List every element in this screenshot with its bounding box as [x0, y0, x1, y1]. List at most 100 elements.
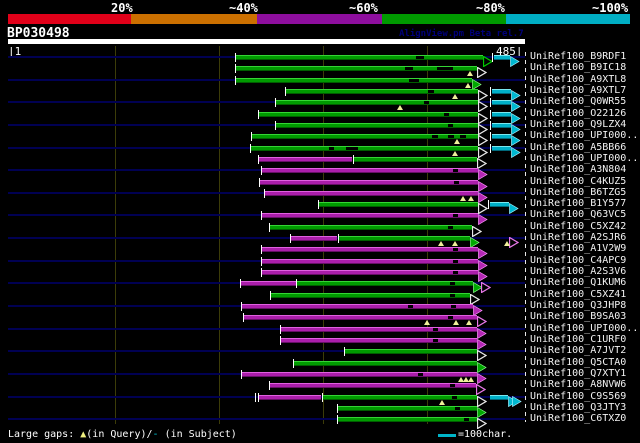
extension-bar[interactable]: [494, 55, 510, 60]
subject-gap-dash: [451, 305, 456, 308]
large-gap-query-triangle-icon: [454, 139, 460, 144]
segment-boundary-tick: [261, 211, 262, 220]
alignment-bar-segment[interactable]: [270, 225, 472, 230]
scale-100char-label: =100char.: [458, 429, 513, 440]
row-label[interactable]: UniRef100_C9S569: [530, 392, 626, 402]
extension-bar[interactable]: [490, 395, 508, 400]
segment-boundary-tick: [296, 279, 297, 288]
row-label[interactable]: UniRef100_C4APC9: [530, 256, 626, 266]
extension-bar[interactable]: [492, 146, 511, 151]
row-label[interactable]: UniRef100_A3N804: [530, 165, 626, 175]
alignment-bar-segment[interactable]: [260, 180, 478, 185]
row-label[interactable]: UniRef100_A2SJR6: [530, 233, 626, 243]
alignment-bar-segment[interactable]: [262, 270, 478, 275]
large-gap-query-triangle-icon: [439, 400, 445, 405]
alignment-bar-segment[interactable]: [345, 349, 477, 354]
row-label[interactable]: UniRef100_A5BB66: [530, 143, 626, 153]
row-label[interactable]: UniRef100_A8NVW6: [530, 380, 626, 390]
subject-gap-dash: [453, 271, 458, 274]
segment-boundary-tick: [290, 234, 291, 243]
segment-boundary-tick: [337, 404, 338, 413]
row-label[interactable]: UniRef100_B9SA03: [530, 312, 626, 322]
extension-bar[interactable]: [492, 100, 511, 105]
alignment-bar-segment[interactable]: [281, 327, 477, 332]
segment-boundary-tick: [338, 234, 339, 243]
segment-boundary-tick: [280, 336, 281, 345]
alignment-bar-segment[interactable]: [294, 361, 477, 366]
alignment-bar-segment[interactable]: [244, 315, 477, 320]
subject-gap-dash: [424, 101, 429, 104]
row-label[interactable]: UniRef100_C6TXZ0: [530, 414, 626, 424]
row-label[interactable]: UniRef100_A7JVT2: [530, 346, 626, 356]
subject-gap-dash: [453, 260, 458, 263]
row-label[interactable]: UniRef100_B6TZG5: [530, 188, 626, 198]
scalebar-percent-label: 20%: [111, 1, 133, 15]
alignment-bar-segment[interactable]: [291, 236, 337, 241]
alignment-bar-segment[interactable]: [251, 146, 478, 151]
alignment-bar-segment[interactable]: [262, 168, 478, 173]
extension-bar[interactable]: [492, 134, 511, 139]
row-label[interactable]: UniRef100_UPI000..: [530, 154, 638, 164]
row-label[interactable]: UniRef100_Q63VC5: [530, 210, 626, 220]
extension-arrow-icon: [511, 143, 521, 162]
row-label[interactable]: UniRef100_Q0WR55: [530, 97, 626, 107]
row-label[interactable]: UniRef100_Q5CTA0: [530, 358, 626, 368]
alignment-bar-segment[interactable]: [265, 191, 478, 196]
scalebar-segment: [382, 14, 506, 24]
row-label[interactable]: UniRef100_O22126: [530, 109, 626, 119]
extension-bar[interactable]: [490, 202, 509, 207]
alignment-bar-segment[interactable]: [259, 157, 352, 162]
alignment-bar-segment[interactable]: [242, 304, 473, 309]
alignment-bar-segment[interactable]: [338, 236, 470, 241]
alignment-bar-segment[interactable]: [262, 247, 478, 252]
row-label[interactable]: UniRef100_A1V2W9: [530, 244, 626, 254]
segment-boundary-tick: [322, 393, 323, 402]
row-label[interactable]: UniRef100_A9XTL7: [530, 86, 626, 96]
alignment-bar-segment[interactable]: [262, 213, 478, 218]
extension-start-tick: [490, 132, 491, 141]
extension-bar[interactable]: [492, 89, 511, 94]
alignment-bar-segment[interactable]: [338, 417, 477, 422]
row-label[interactable]: UniRef100_Q1KUM6: [530, 278, 626, 288]
row-label[interactable]: UniRef100_C4KUZ5: [530, 177, 626, 187]
alignment-bar-segment[interactable]: [297, 281, 473, 286]
subject-gap-dash: [409, 79, 419, 82]
alignment-bar-segment[interactable]: [276, 100, 478, 105]
alignment-bar-segment[interactable]: [271, 293, 470, 298]
row-label[interactable]: UniRef100_Q9LZX4: [530, 120, 626, 130]
alignment-bar-segment[interactable]: [319, 202, 478, 207]
alignment-bar-segment[interactable]: [236, 78, 472, 83]
scalebar-segment: [257, 14, 382, 24]
extension-bar[interactable]: [492, 112, 511, 117]
segment-boundary-tick: [243, 313, 244, 322]
row-label[interactable]: UniRef100_B1Y577: [530, 199, 626, 209]
row-label[interactable]: UniRef100_C5XZ41: [530, 290, 626, 300]
alignment-bar-segment[interactable]: [236, 55, 483, 60]
alignment-bar-segment[interactable]: [242, 372, 477, 377]
row-label[interactable]: UniRef100_A2S3V6: [530, 267, 626, 277]
row-label[interactable]: UniRef100_UPI000..: [530, 131, 638, 141]
alignment-bar-segment[interactable]: [286, 89, 478, 94]
segment-boundary-tick: [258, 155, 259, 164]
row-label[interactable]: UniRef100_Q7XTY1: [530, 369, 626, 379]
alignment-bar-segment[interactable]: [270, 383, 476, 388]
legend-mid: (in Query)/: [86, 429, 153, 440]
row-label[interactable]: UniRef100_B9RDF1: [530, 52, 626, 62]
alignment-bar-segment[interactable]: [259, 395, 321, 400]
alignment-bar-segment[interactable]: [241, 281, 296, 286]
row-label[interactable]: UniRef100_A9XTL8: [530, 75, 626, 85]
row-label[interactable]: UniRef100_Q3JHP8: [530, 301, 626, 311]
large-gap-query-triangle-icon: [468, 196, 474, 201]
subject-gap-dash: [453, 169, 458, 172]
row-label[interactable]: UniRef100_C5XZ42: [530, 222, 626, 232]
row-label[interactable]: UniRef100_Q3JTY3: [530, 403, 626, 413]
extension-bar[interactable]: [492, 123, 511, 128]
row-label[interactable]: UniRef100_B9IC18: [530, 63, 626, 73]
row-label[interactable]: UniRef100_C1URF0: [530, 335, 626, 345]
row-label[interactable]: UniRef100_UPI000..: [530, 324, 638, 334]
alignment-bar-segment[interactable]: [252, 134, 478, 139]
alignment-bar-segment[interactable]: [262, 259, 478, 264]
alignment-bar-segment[interactable]: [353, 157, 477, 162]
segment-boundary-tick: [275, 121, 276, 130]
alignment-bar-segment[interactable]: [281, 338, 477, 343]
